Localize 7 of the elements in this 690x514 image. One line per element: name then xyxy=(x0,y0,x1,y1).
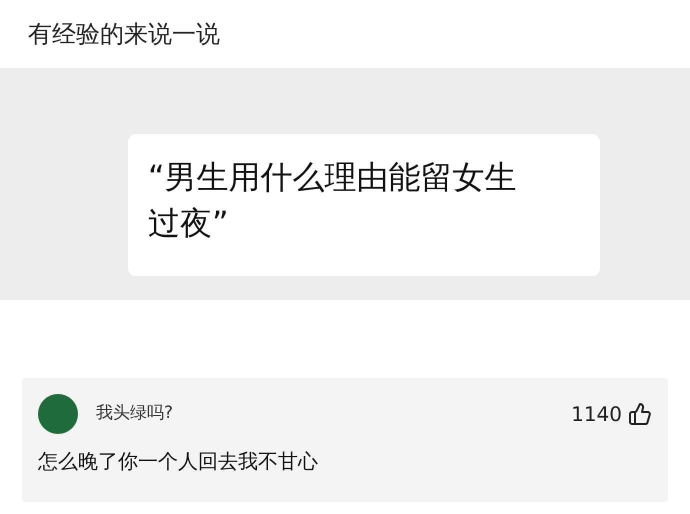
like-count: 1140 xyxy=(571,401,622,428)
like-icon[interactable] xyxy=(628,402,652,426)
author-name: 我头绿吗? xyxy=(96,402,174,426)
comment-text: 怎么晚了你一个人回去我不甘心 xyxy=(38,448,319,475)
quote-text: “男生用什么理由能留女生过夜” xyxy=(148,157,518,244)
post-title: 有经验的来说一说 xyxy=(27,19,221,50)
avatar xyxy=(38,394,78,434)
